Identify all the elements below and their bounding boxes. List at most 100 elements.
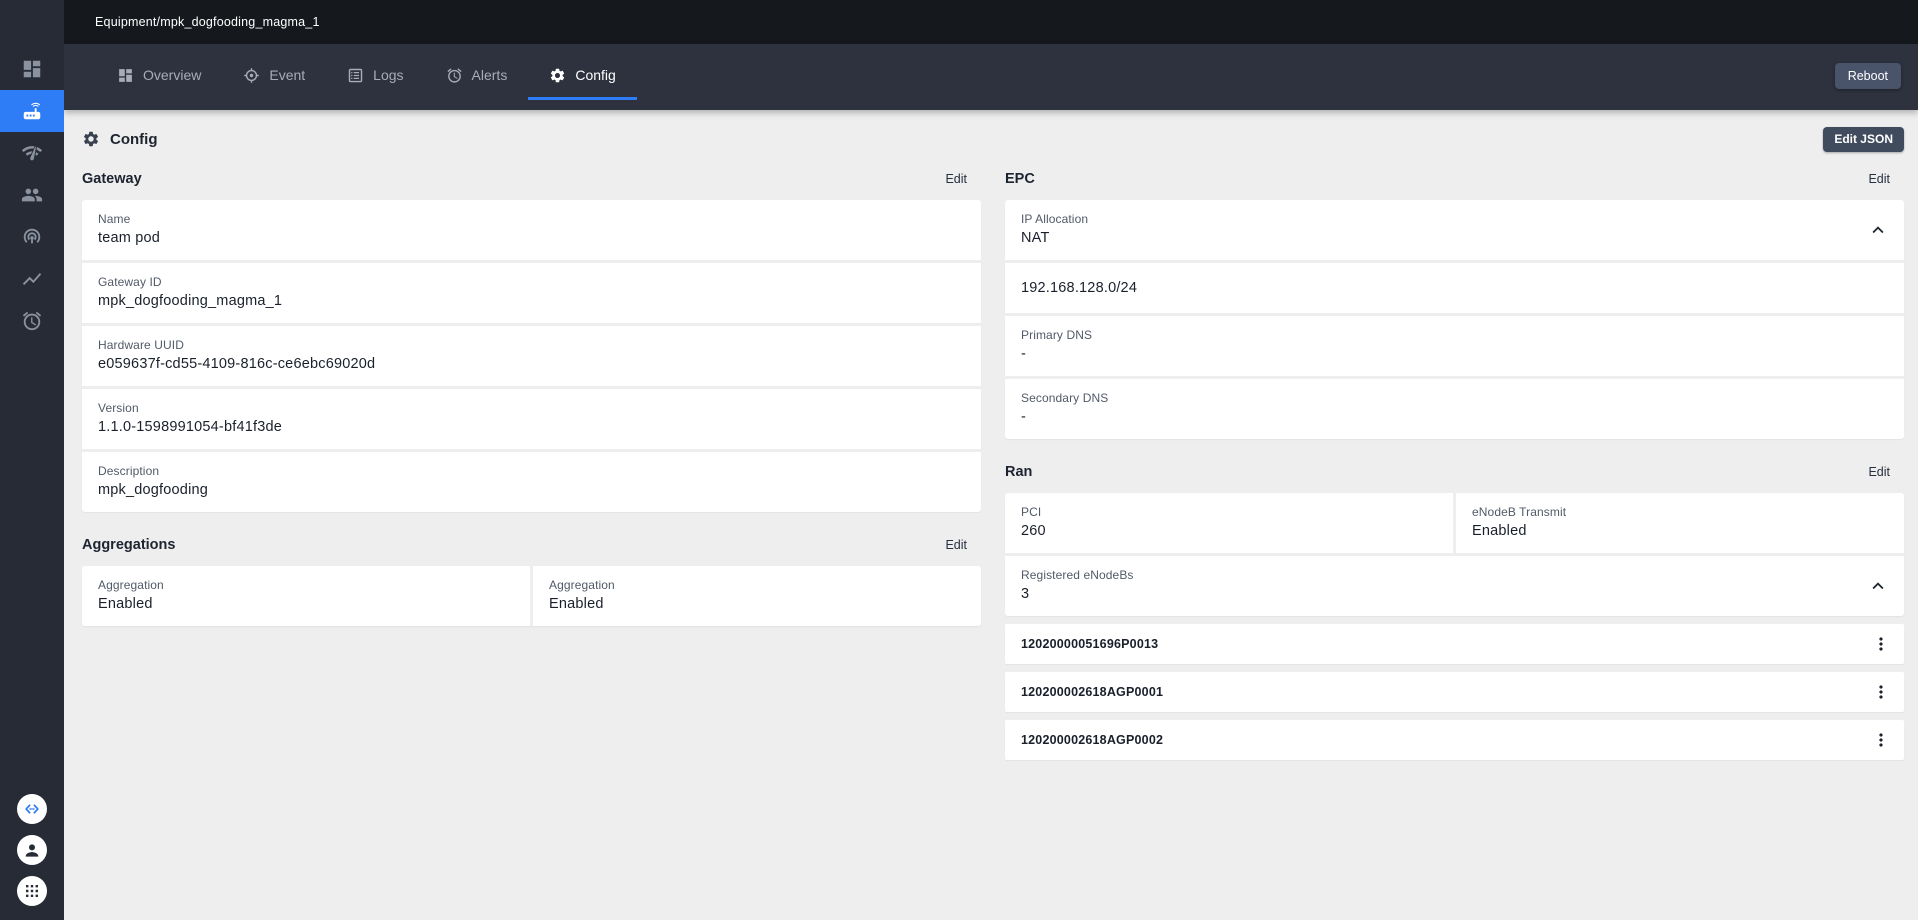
- field-row-primary-dns: Primary DNS -: [1005, 316, 1904, 379]
- tab-alerts[interactable]: Alerts: [425, 53, 529, 100]
- field-value: 260: [1021, 523, 1046, 539]
- sidebar-nav: [0, 0, 64, 342]
- top-app-bar: Equipment/mpk_dogfooding_magma_1: [64, 0, 1918, 44]
- gateway-section-header: Gateway Edit: [82, 158, 981, 200]
- apps-button[interactable]: [17, 876, 47, 906]
- gateway-card: Name team pod Gateway ID mpk_dogfooding_…: [82, 200, 981, 512]
- page-title: Config: [110, 130, 158, 148]
- field-value: -: [1021, 346, 1027, 362]
- left-column: Gateway Edit Name team pod Gateway ID mp…: [82, 158, 981, 760]
- field-value: 1.1.0-1598991054-bf41f3de: [98, 419, 282, 435]
- more-vert-icon: [1879, 733, 1883, 747]
- field-label: Aggregation: [98, 578, 164, 592]
- account-icon: [25, 844, 39, 857]
- tab-label: Config: [575, 67, 616, 83]
- tab-label: Overview: [143, 67, 202, 83]
- edit-json-button[interactable]: Edit JSON: [1823, 126, 1904, 152]
- tab-event[interactable]: Event: [222, 53, 326, 100]
- swagger-api-button[interactable]: [17, 794, 47, 824]
- sidebar-footer: [0, 794, 64, 920]
- metrics-chart-icon: [22, 273, 42, 285]
- aggregations-section-title: Aggregations: [82, 537, 176, 553]
- ran-card: PCI 260 eNodeB Transmit Enabled Register…: [1005, 493, 1904, 616]
- field-label: Name: [98, 212, 131, 226]
- field-cell-pci: PCI 260: [1005, 493, 1456, 553]
- field-row-hardware-uuid: Hardware UUID e059637f-cd55-4109-816c-ce…: [82, 326, 981, 389]
- enodeb-serial: 120200002618AGP0002: [1021, 733, 1164, 747]
- field-row-secondary-dns: Secondary DNS -: [1005, 379, 1904, 439]
- field-label: Registered eNodeBs: [1021, 568, 1134, 582]
- chevron-up-icon: [1872, 226, 1884, 234]
- sidebar-item-alarms[interactable]: [0, 300, 64, 342]
- more-vert-icon: [1879, 637, 1883, 651]
- dashboard-icon: [23, 60, 41, 78]
- my-location-icon: [244, 67, 260, 83]
- sidebar-item-metrics[interactable]: [0, 258, 64, 300]
- swagger-api-icon: [25, 804, 39, 814]
- field-value: Enabled: [98, 596, 153, 612]
- account-button[interactable]: [17, 835, 47, 865]
- aggregations-card: Aggregation Enabled Aggregation Enabled: [82, 566, 981, 626]
- tab-bar: Overview Event Logs Alerts Config Reboot: [64, 44, 1918, 110]
- field-cell-aggregation-2: Aggregation Enabled: [533, 566, 981, 626]
- sidebar-item-network[interactable]: [0, 132, 64, 174]
- subnet-row: 192.168.128.0/24: [1005, 263, 1904, 316]
- ran-edit-button[interactable]: Edit: [1858, 461, 1900, 483]
- field-value: 3: [1021, 586, 1030, 602]
- apps-grid-icon: [26, 885, 38, 897]
- sidebar-item-dashboard[interactable]: [0, 48, 64, 90]
- field-label: Version: [98, 401, 139, 415]
- enodeb-menu-button[interactable]: [1866, 677, 1896, 707]
- alarm-icon: [22, 311, 42, 331]
- sidebar-item-tracing[interactable]: [0, 216, 64, 258]
- tab-overview[interactable]: Overview: [96, 53, 222, 100]
- aggregations-edit-button[interactable]: Edit: [935, 534, 977, 556]
- registered-enodebs-collapse-button[interactable]: [1864, 572, 1892, 600]
- field-row-registered-enodebs: Registered eNodeBs 3: [1005, 556, 1904, 616]
- gateway-edit-button[interactable]: Edit: [935, 168, 977, 190]
- main-area: Equipment/mpk_dogfooding_magma_1 Overvie…: [64, 0, 1918, 920]
- epc-edit-button[interactable]: Edit: [1858, 168, 1900, 190]
- aggregations-section-header: Aggregations Edit: [82, 524, 981, 566]
- epc-card: IP Allocation NAT 192.168.128.0/24 Prima…: [1005, 200, 1904, 439]
- sidebar: [0, 0, 64, 920]
- ran-section-title: Ran: [1005, 464, 1033, 480]
- enodeb-row: 120200002618AGP0002: [1005, 720, 1904, 760]
- field-value: Enabled: [1472, 523, 1527, 539]
- router-icon: [23, 102, 41, 120]
- config-page: Config Edit JSON Gateway Edit Name team …: [64, 110, 1918, 920]
- settings-icon: [83, 131, 99, 147]
- field-label: Secondary DNS: [1021, 391, 1109, 405]
- field-row-gateway-id: Gateway ID mpk_dogfooding_magma_1: [82, 263, 981, 326]
- tab-logs[interactable]: Logs: [326, 53, 424, 100]
- ran-section-header: Ran Edit: [1005, 451, 1904, 493]
- page-header: Config Edit JSON: [82, 124, 1904, 154]
- tab-config[interactable]: Config: [528, 53, 637, 100]
- field-value: NAT: [1021, 230, 1050, 246]
- enodeb-menu-button[interactable]: [1866, 725, 1896, 755]
- breadcrumb[interactable]: Equipment/mpk_dogfooding_magma_1: [95, 15, 320, 29]
- sidebar-item-subscribers[interactable]: [0, 174, 64, 216]
- sidebar-item-equipment[interactable]: [0, 90, 64, 132]
- field-label: Primary DNS: [1021, 328, 1093, 342]
- field-label: Description: [98, 464, 160, 478]
- ran-row-1: PCI 260 eNodeB Transmit Enabled: [1005, 493, 1904, 556]
- field-cell-enodeb-transmit: eNodeB Transmit Enabled: [1456, 493, 1904, 553]
- columns: Gateway Edit Name team pod Gateway ID mp…: [82, 158, 1904, 760]
- enodeb-menu-button[interactable]: [1866, 629, 1896, 659]
- enodeb-row: 12020000051696P0013: [1005, 624, 1904, 664]
- field-row-name: Name team pod: [82, 200, 981, 263]
- tab-label: Event: [269, 67, 306, 83]
- field-label: PCI: [1021, 505, 1042, 519]
- field-value: team pod: [98, 230, 161, 246]
- chevron-up-icon: [1872, 582, 1884, 590]
- enodeb-row: 120200002618AGP0001: [1005, 672, 1904, 712]
- gateway-section-title: Gateway: [82, 171, 142, 187]
- epc-section-title: EPC: [1005, 171, 1035, 187]
- ip-allocation-collapse-button[interactable]: [1864, 216, 1892, 244]
- field-value: Enabled: [549, 596, 604, 612]
- field-label: IP Allocation: [1021, 212, 1089, 226]
- reboot-button[interactable]: Reboot: [1834, 63, 1901, 89]
- more-vert-icon: [1879, 685, 1883, 699]
- settings-icon: [551, 68, 565, 82]
